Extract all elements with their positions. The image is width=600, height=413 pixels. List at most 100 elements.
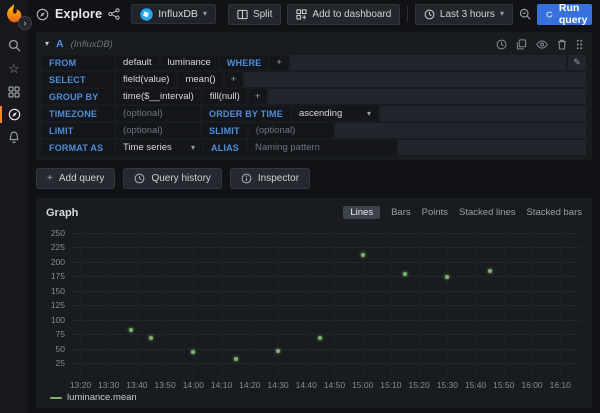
- add-query-button[interactable]: + Add query: [36, 168, 115, 189]
- sidebar-item-starred[interactable]: ☆: [0, 57, 28, 80]
- graph-mode-bars[interactable]: Bars: [391, 207, 411, 218]
- y-axis-tick-label: 25: [56, 358, 65, 368]
- query-segment-limit[interactable]: LIMIT: [42, 123, 114, 138]
- influxdb-query-builder: FROMdefaultluminanceWHERE+✎SELECTfield(v…: [42, 55, 586, 155]
- add-segment-[interactable]: +: [270, 55, 288, 70]
- zoom-out-time-button[interactable]: [519, 4, 531, 25]
- graph-mode-stacked-lines[interactable]: Stacked lines: [459, 207, 516, 218]
- query-segment-fill-null[interactable]: fill(null): [203, 89, 247, 104]
- query-row: SELECTfield(value)mean()+: [42, 72, 586, 87]
- grid-line-vertical: [532, 228, 533, 376]
- grid-line-vertical: [560, 228, 561, 376]
- add-segment-[interactable]: +: [225, 72, 243, 87]
- graph-mode-points[interactable]: Points: [422, 207, 448, 218]
- query-segment-ascending[interactable]: ascending▾: [292, 106, 378, 121]
- data-point: [488, 269, 492, 273]
- add-to-dashboard-button[interactable]: Add to dashboard: [287, 4, 400, 25]
- query-input-optional[interactable]: (optional): [249, 123, 333, 138]
- run-query-button[interactable]: Run query ▾: [537, 4, 592, 25]
- graph-title: Graph: [46, 207, 78, 219]
- collapse-query-icon[interactable]: ▾: [45, 40, 49, 48]
- time-range-picker[interactable]: Last 3 hours ▾: [415, 4, 513, 25]
- query-segment-where[interactable]: WHERE: [220, 55, 269, 70]
- y-axis-tick-label: 75: [56, 329, 65, 339]
- split-button[interactable]: Split: [228, 4, 281, 25]
- duplicate-query-icon[interactable]: [516, 39, 527, 50]
- query-row-filler: [398, 140, 586, 155]
- x-axis-tick-label: 14:00: [183, 380, 204, 390]
- add-panel-icon: [296, 9, 307, 20]
- influxdb-logo-icon: [140, 8, 153, 21]
- graph-mode-lines[interactable]: Lines: [343, 206, 380, 219]
- query-segment-slimit[interactable]: SLIMIT: [202, 123, 247, 138]
- query-history-icon[interactable]: [496, 39, 507, 50]
- share-icon[interactable]: [108, 8, 120, 20]
- y-axis-tick-label: 125: [51, 300, 65, 310]
- query-segment-time-series[interactable]: Time series▾: [116, 140, 202, 155]
- query-history-button[interactable]: Query history: [123, 168, 221, 189]
- graph-plot-area: 255075100125150175200225250 13:2013:3013…: [46, 225, 582, 390]
- query-input-optional[interactable]: (optional): [116, 106, 200, 121]
- sidebar: › ☆: [0, 0, 28, 413]
- query-datasource-hint: (InfluxDB): [71, 39, 113, 50]
- inspector-label: Inspector: [258, 173, 299, 184]
- add-segment-[interactable]: +: [249, 89, 267, 104]
- caret-down-icon: ▾: [203, 10, 207, 18]
- query-segment-luminance[interactable]: luminance: [161, 55, 218, 70]
- inspector-button[interactable]: Inspector: [230, 168, 310, 189]
- y-axis-tick-label: 150: [51, 286, 65, 296]
- graph-panel-header: Graph Lines Bars Points Stacked lines Stacke…: [46, 205, 582, 220]
- y-axis-tick-label: 100: [51, 315, 65, 325]
- query-segment-timezone[interactable]: TIMEZONE: [42, 106, 114, 121]
- grid-line-vertical: [334, 228, 335, 376]
- query-segment-time-interval[interactable]: time($__interval): [116, 89, 201, 104]
- x-axis-tick-label: 13:50: [154, 380, 175, 390]
- query-segment-mean[interactable]: mean(): [178, 72, 222, 87]
- query-row: LIMIT(optional)SLIMIT(optional): [42, 123, 586, 138]
- x-axis-tick-label: 15:10: [380, 380, 401, 390]
- query-segment-alias[interactable]: ALIAS: [204, 140, 246, 155]
- drag-handle-icon[interactable]: [576, 39, 583, 50]
- grid-line-vertical: [391, 228, 392, 376]
- grid-line-vertical: [504, 228, 505, 376]
- disable-query-eye-icon[interactable]: [536, 39, 548, 50]
- x-axis-tick-label: 14:50: [324, 380, 345, 390]
- datasource-picker[interactable]: InfluxDB ▾: [131, 4, 216, 24]
- query-segment-field-value[interactable]: field(value): [116, 72, 176, 87]
- query-segment-from[interactable]: FROM: [42, 55, 114, 70]
- x-axis-tick-label: 15:30: [437, 380, 458, 390]
- data-point: [191, 350, 195, 354]
- query-segment-default[interactable]: default: [116, 55, 159, 70]
- query-row-filler: [244, 72, 586, 87]
- data-point: [318, 336, 322, 340]
- x-axis-tick-label: 16:10: [550, 380, 571, 390]
- explore-toolbar: Explore InfluxDB ▾ Split: [28, 0, 600, 28]
- grid-line-vertical: [250, 228, 251, 376]
- datasource-name: InfluxDB: [158, 8, 198, 20]
- explore-secondary-actions: + Add query Query history Inspector: [36, 168, 592, 189]
- sidebar-item-search[interactable]: [0, 34, 28, 57]
- sidebar-item-alerting[interactable]: [0, 126, 28, 149]
- query-row: FROMdefaultluminanceWHERE+ ✎: [42, 55, 586, 70]
- query-segment-order-by-time[interactable]: ORDER BY TIME: [202, 106, 290, 121]
- query-segment-format-as[interactable]: FORMAT AS: [42, 140, 114, 155]
- sidebar-expand-toggle[interactable]: ›: [18, 16, 32, 30]
- sidebar-item-dashboards[interactable]: [0, 80, 28, 103]
- run-query-main[interactable]: Run query: [537, 4, 592, 25]
- query-input-naming-pattern[interactable]: Naming pattern: [248, 140, 396, 155]
- toolbar-divider: [407, 6, 408, 22]
- toggle-text-edit-pencil-icon[interactable]: ✎: [568, 55, 586, 70]
- graph-style-modes: Lines Bars Points Stacked lines Stacked bars: [343, 206, 582, 219]
- delete-query-trash-icon[interactable]: [557, 39, 567, 50]
- legend-item-luminance-mean[interactable]: luminance.mean: [46, 390, 582, 405]
- graph-mode-stacked-bars[interactable]: Stacked bars: [527, 207, 582, 218]
- query-input-optional[interactable]: (optional): [116, 123, 200, 138]
- query-history-label: Query history: [151, 173, 210, 184]
- data-point: [234, 357, 238, 361]
- x-axis: 13:2013:3013:4013:5014:0014:1014:2014:30…: [72, 378, 580, 390]
- info-circle-icon: [241, 173, 252, 184]
- grafana-explore-app: › ☆: [0, 0, 600, 413]
- query-segment-select[interactable]: SELECT: [42, 72, 114, 87]
- query-segment-group-by[interactable]: GROUP BY: [42, 89, 114, 104]
- sidebar-item-explore[interactable]: [0, 103, 28, 126]
